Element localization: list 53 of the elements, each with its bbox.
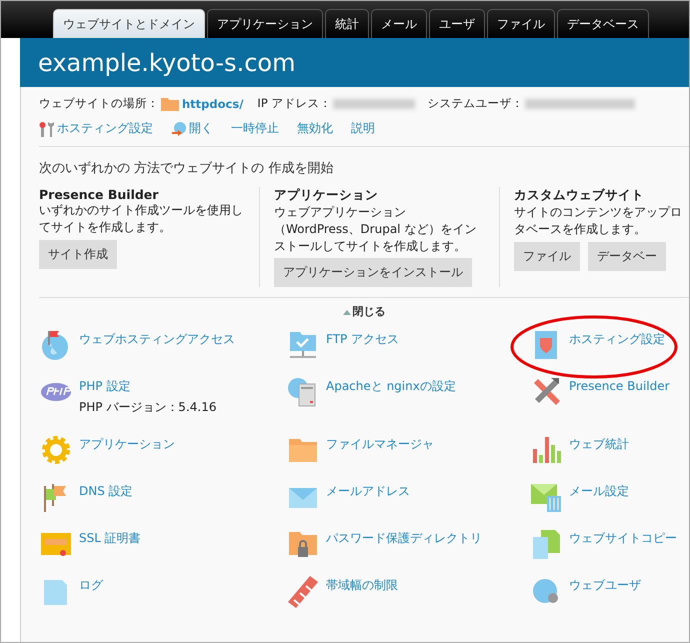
nav-tab[interactable]: メール: [371, 9, 427, 38]
tool-link[interactable]: DNS 設定: [79, 484, 133, 498]
option-button[interactable]: ファイル: [514, 242, 580, 271]
option-title: Presence Builder: [39, 187, 160, 202]
nav-tab[interactable]: 統計: [325, 9, 369, 38]
nav-tab[interactable]: ウェブサイトとドメイン: [53, 9, 205, 38]
location-link[interactable]: httpdocs/: [161, 96, 244, 110]
tool-link[interactable]: ウェブサイトコピー: [569, 531, 677, 546]
folder-icon: [161, 96, 179, 110]
option-description: ウェブアプリケーション（WordPress、Drupal など）をインストールしてサイトを作成します。: [274, 204, 478, 254]
option-button[interactable]: データベー: [588, 242, 666, 271]
option-title: アプリケーション: [274, 187, 379, 204]
tool-link[interactable]: アプリケーション: [79, 437, 175, 452]
option-description: いずれかのサイト作成ツールを使用してサイトを作成します。: [39, 202, 244, 236]
option-button[interactable]: アプリケーションをインストール: [274, 258, 472, 288]
option-description: タベースを作成します。: [514, 220, 647, 238]
option-title: カスタムウェブサイト: [514, 187, 645, 204]
tool-link[interactable]: SSL 証明書: [79, 531, 141, 546]
tool-link[interactable]: メールアドレス: [326, 484, 410, 498]
tool-link[interactable]: ファイルマネージャ: [326, 437, 434, 452]
tool-link[interactable]: PHP 設定: [79, 379, 130, 394]
striped-bar-icon: [286, 574, 320, 608]
tool-link[interactable]: メール設定: [569, 484, 629, 498]
option-description: サイトのコンテンツをアップロ: [514, 204, 683, 221]
option-button[interactable]: サイト作成: [39, 240, 117, 269]
domain-title: example.kyoto-s.com: [20, 38, 689, 87]
action-link[interactable]: ホスティング設定: [39, 120, 153, 137]
version-note: PHP バージョン：5.4.16: [79, 399, 216, 416]
collapse-button[interactable]: 閉じる: [336, 303, 392, 320]
section-heading: 次のいずれかの 方法でウェブサイトの 作成を開始: [39, 160, 334, 177]
wrench-icon: [39, 120, 55, 136]
nav-tab[interactable]: データベース: [557, 9, 649, 38]
tool-link[interactable]: パスワード保護ディレクトリ: [326, 531, 482, 546]
nav-tab[interactable]: アプリケーション: [207, 9, 323, 38]
location-label: ウェブサイトの場所：: [39, 96, 159, 111]
tool-link[interactable]: Apacheと nginxの設定: [326, 379, 456, 394]
tool-link[interactable]: ウェブ統計: [569, 437, 629, 452]
nav-tab[interactable]: ユーザ: [429, 9, 485, 38]
tool-link[interactable]: FTP アクセス: [326, 332, 400, 346]
action-link[interactable]: 無効化: [297, 120, 333, 137]
user-label: システムユーザ：: [427, 96, 524, 111]
tool-link[interactable]: ウェブユーザ: [569, 578, 641, 592]
ip-label: IP アドレス：: [257, 96, 332, 111]
tool-link[interactable]: ホスティング設定: [569, 332, 665, 346]
caret-icon: [342, 308, 350, 315]
nav-tab[interactable]: ファイル: [487, 9, 555, 38]
tool-link[interactable]: ウェブホスティングアクセス: [79, 332, 235, 346]
action-link[interactable]: 説明: [351, 120, 375, 137]
action-link[interactable]: 開く: [171, 120, 213, 137]
tool-link[interactable]: 帯域幅の制限: [326, 578, 398, 592]
tool-link[interactable]: Presence Builder: [569, 379, 670, 394]
action-link[interactable]: 一時停止: [231, 120, 279, 137]
tool-link[interactable]: ログ: [79, 578, 103, 592]
